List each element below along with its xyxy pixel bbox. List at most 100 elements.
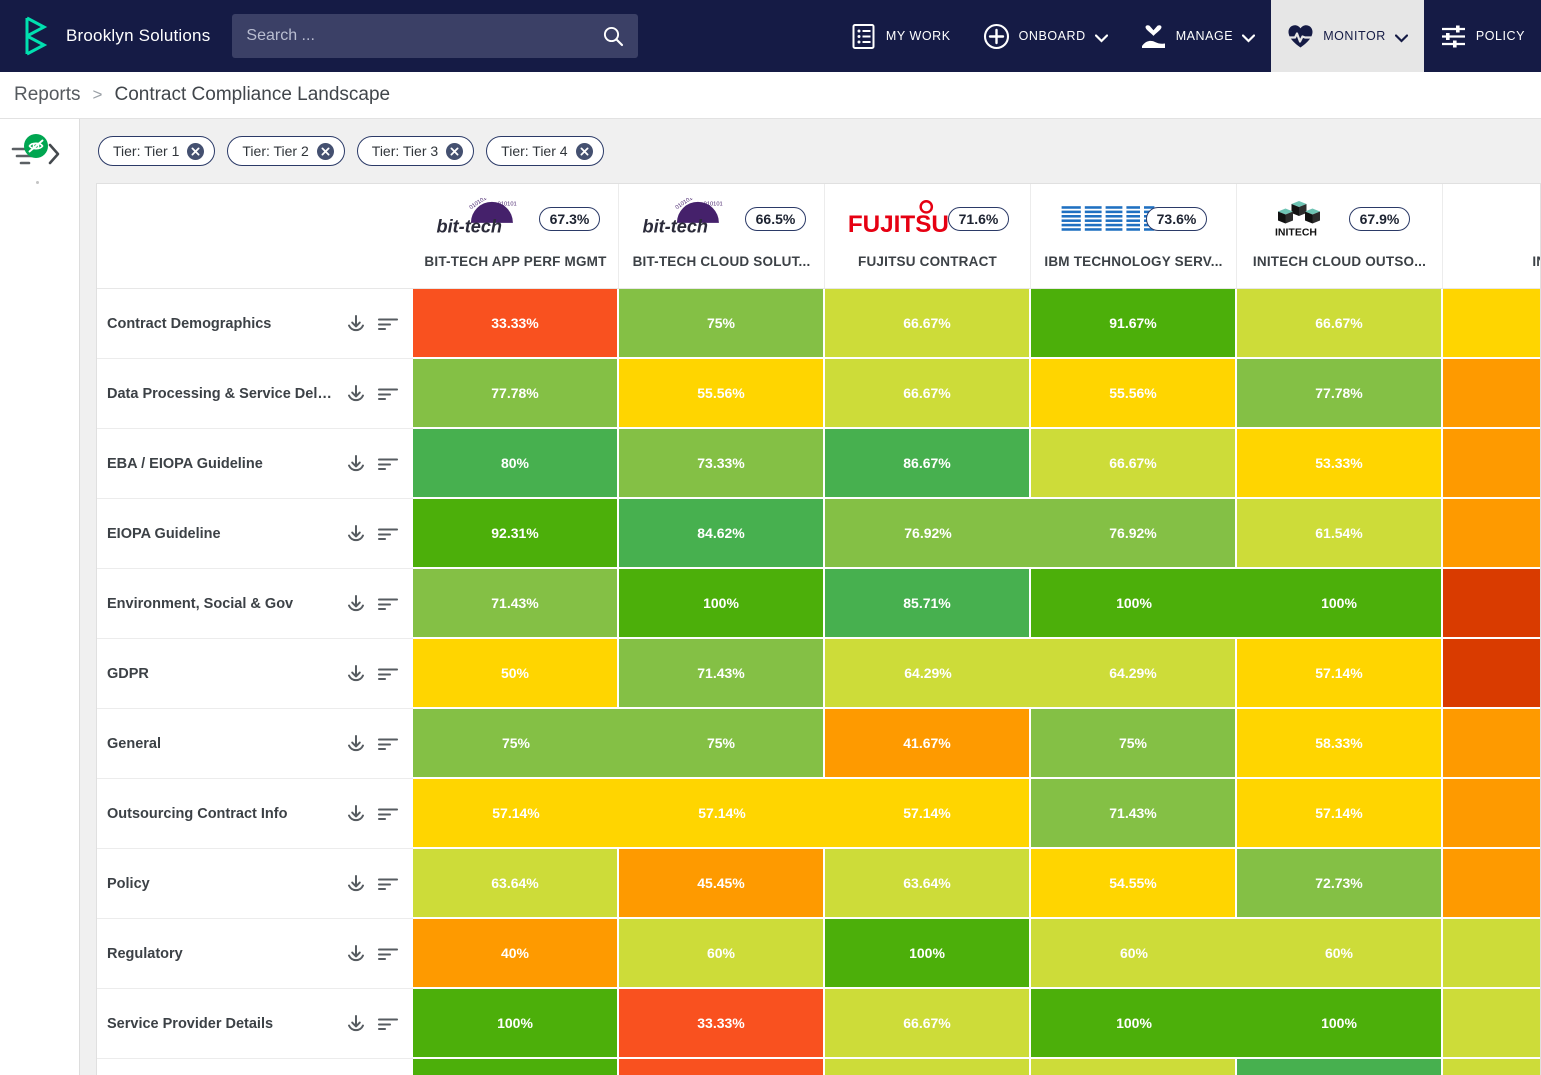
heatmap-cell[interactable]: 63.64% [413,849,619,919]
sort-lines-icon[interactable] [377,453,399,475]
heatmap-cell[interactable]: 100% [1237,989,1443,1059]
heatmap-cell[interactable]: 64.29% [825,639,1031,709]
download-icon[interactable] [345,593,367,615]
heatmap-cell[interactable] [1443,499,1540,569]
heatmap-column-header[interactable]: 010101 010101 bit-tech 67.3% BIT-TECH APP PE… [413,184,619,288]
search-icon[interactable] [602,25,624,47]
heatmap-cell[interactable]: 45.45% [619,849,825,919]
heatmap-cell[interactable] [825,1059,1031,1075]
sort-lines-icon[interactable] [377,873,399,895]
sort-lines-icon[interactable] [377,803,399,825]
heatmap-cell[interactable]: 100% [413,989,619,1059]
heatmap-cell[interactable]: 100% [825,919,1031,989]
sort-lines-icon[interactable] [377,383,399,405]
heatmap-column-header[interactable]: 73.6% IBM TECHNOLOGY SERV... [1031,184,1237,288]
heatmap-cell[interactable] [1443,359,1540,429]
heatmap-cell[interactable]: 64.29% [1031,639,1237,709]
heatmap-cell[interactable]: 50% [413,639,619,709]
heatmap-cell[interactable]: 61.54% [1237,499,1443,569]
download-icon[interactable] [345,523,367,545]
download-icon[interactable] [345,943,367,965]
filter-chip-tier-3[interactable]: Tier: Tier 3 [356,136,475,166]
heatmap-column-header[interactable]: INITECH 67.9% INITECH CLOUD OUTSO... [1237,184,1443,288]
filter-chip-tier-4[interactable]: Tier: Tier 4 [486,136,604,166]
heatmap-column-header[interactable]: FUJITSU 71.6% FUJITSU CONTRACT [825,184,1031,288]
heatmap-cell[interactable] [1443,1059,1540,1075]
download-icon[interactable] [345,313,367,335]
nav-item-policy[interactable]: POLICY [1424,0,1541,72]
download-icon[interactable] [345,663,367,685]
heatmap-cell[interactable]: 66.67% [1031,429,1237,499]
heatmap-cell[interactable]: 75% [619,709,825,779]
heatmap-cell[interactable] [1443,779,1540,849]
heatmap-cell[interactable]: 54.55% [1031,849,1237,919]
heatmap-cell[interactable] [1443,429,1540,499]
heatmap-cell[interactable]: 91.67% [1031,289,1237,359]
heatmap-cell[interactable]: 58.33% [1237,709,1443,779]
sort-lines-icon[interactable] [377,523,399,545]
heatmap-cell[interactable]: 33.33% [413,289,619,359]
heatmap-cell[interactable]: 71.43% [619,639,825,709]
sort-lines-icon[interactable] [377,1013,399,1035]
heatmap-cell[interactable] [1443,849,1540,919]
heatmap-cell[interactable]: 72.73% [1237,849,1443,919]
filter-chip-tier-2[interactable]: Tier: Tier 2 [227,136,345,166]
heatmap-cell[interactable]: 60% [1237,919,1443,989]
heatmap-cell[interactable] [1031,1059,1237,1075]
heatmap-cell[interactable]: 66.67% [825,359,1031,429]
search-box[interactable] [232,14,639,58]
heatmap-column-header[interactable]: 010101 010101 bit-tech 66.5% BIT-TECH CLOUD … [619,184,825,288]
chevron-down-icon[interactable] [1242,32,1256,43]
heatmap-cell[interactable] [619,1059,825,1075]
heatmap-cell[interactable]: 100% [1031,569,1237,639]
heatmap-cell[interactable]: 77.78% [1237,359,1443,429]
heatmap-cell[interactable]: 63.64% [825,849,1031,919]
download-icon[interactable] [345,873,367,895]
heatmap-cell[interactable] [1443,289,1540,359]
heatmap-cell[interactable]: 71.43% [413,569,619,639]
sort-lines-icon[interactable] [377,663,399,685]
heatmap-cell[interactable]: 55.56% [1031,359,1237,429]
heatmap-cell[interactable] [1443,569,1540,639]
filter-chip-tier-1[interactable]: Tier: Tier 1 [98,136,216,166]
heatmap-cell[interactable]: 60% [619,919,825,989]
download-icon[interactable] [345,453,367,475]
download-icon[interactable] [345,383,367,405]
heatmap-cell[interactable]: 75% [1031,709,1237,779]
heatmap-cell[interactable]: 76.92% [1031,499,1237,569]
heatmap-cell[interactable]: 66.67% [825,289,1031,359]
heatmap-cell[interactable]: 100% [1237,569,1443,639]
sort-lines-icon[interactable] [377,313,399,335]
heatmap-cell[interactable]: 57.14% [1237,779,1443,849]
heatmap-cell[interactable]: 92.31% [413,499,619,569]
sort-lines-icon[interactable] [377,593,399,615]
nav-item-manage[interactable]: MANAGE [1124,0,1271,72]
heatmap-cell[interactable]: 71.43% [1031,779,1237,849]
heatmap-cell[interactable] [413,1059,619,1075]
heatmap-cell[interactable]: 57.14% [825,779,1031,849]
sort-lines-icon[interactable] [377,943,399,965]
heatmap-cell[interactable]: 76.92% [825,499,1031,569]
breadcrumb-item-reports[interactable]: Reports [14,84,81,106]
chevron-down-icon[interactable] [1094,32,1108,43]
heatmap-cell[interactable]: 40% [413,919,619,989]
nav-item-my-work[interactable]: MY WORK [834,0,967,72]
heatmap-cell[interactable]: 73.33% [619,429,825,499]
heatmap-cell[interactable] [1443,639,1540,709]
close-circle-icon[interactable] [187,142,205,160]
heatmap-cell[interactable]: 57.14% [619,779,825,849]
heatmap-cell[interactable]: 86.67% [825,429,1031,499]
heatmap-cell[interactable]: 100% [1031,989,1237,1059]
brand[interactable]: Brooklyn Solutions [0,16,210,56]
download-icon[interactable] [345,803,367,825]
heatmap-cell[interactable]: 57.14% [1237,639,1443,709]
download-icon[interactable] [345,733,367,755]
heatmap-cell[interactable]: 84.62% [619,499,825,569]
filter-toggle-button[interactable] [10,133,70,175]
close-circle-icon[interactable] [316,142,334,160]
heatmap-cell[interactable]: 60% [1031,919,1237,989]
nav-item-onboard[interactable]: ONBOARD [967,0,1124,72]
heatmap-cell[interactable] [1443,989,1540,1059]
heatmap-cell[interactable]: 77.78% [413,359,619,429]
heatmap-cell[interactable]: 66.67% [825,989,1031,1059]
